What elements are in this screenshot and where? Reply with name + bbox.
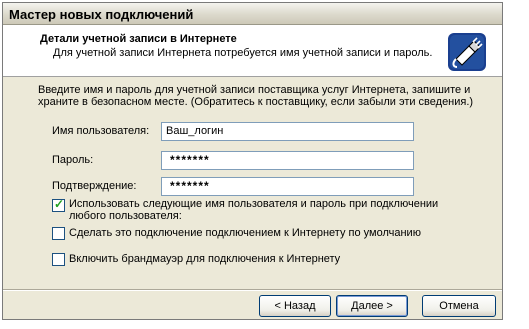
title-bar[interactable]: Мастер новых подключений [3, 3, 502, 25]
use-credentials-checkbox[interactable]: ✓ [52, 197, 65, 212]
confirm-label: Подтверждение: [52, 180, 137, 192]
username-input[interactable]: Ваш_логин [161, 122, 414, 141]
header-subtitle: Для учетной записи Интернета потребуется… [53, 47, 433, 59]
cancel-button[interactable]: Отмена [422, 295, 496, 317]
username-label: Имя пользователя: [52, 125, 150, 137]
use-credentials-label[interactable]: Использовать следующие имя пользователя … [69, 198, 449, 222]
confirm-password-input[interactable]: ******* [161, 177, 414, 196]
password-label: Пароль: [52, 154, 94, 166]
wizard-body: Введите имя и пароль для учетной записи … [3, 78, 502, 288]
intro-text: Введите имя и пароль для учетной записи … [38, 84, 474, 108]
password-input[interactable]: ******* [161, 151, 414, 170]
next-button[interactable]: Далее > [336, 295, 408, 317]
back-button[interactable]: < Назад [259, 295, 331, 317]
firewall-checkbox[interactable] [52, 253, 65, 266]
window-title: Мастер новых подключений [9, 7, 194, 22]
network-cable-icon [448, 33, 486, 71]
default-connection-checkbox[interactable] [52, 227, 65, 240]
wizard-window: Мастер новых подключений Детали учетной … [2, 2, 503, 320]
header-title: Детали учетной записи в Интернете [40, 33, 237, 45]
checkmark-icon: ✓ [54, 197, 65, 211]
default-connection-label[interactable]: Сделать это подключение подключением к И… [69, 227, 421, 239]
footer-divider [3, 289, 502, 291]
firewall-label[interactable]: Включить брандмауэр для подключения к Ин… [69, 253, 340, 265]
wizard-header: Детали учетной записи в Интернете Для уч… [3, 25, 502, 77]
